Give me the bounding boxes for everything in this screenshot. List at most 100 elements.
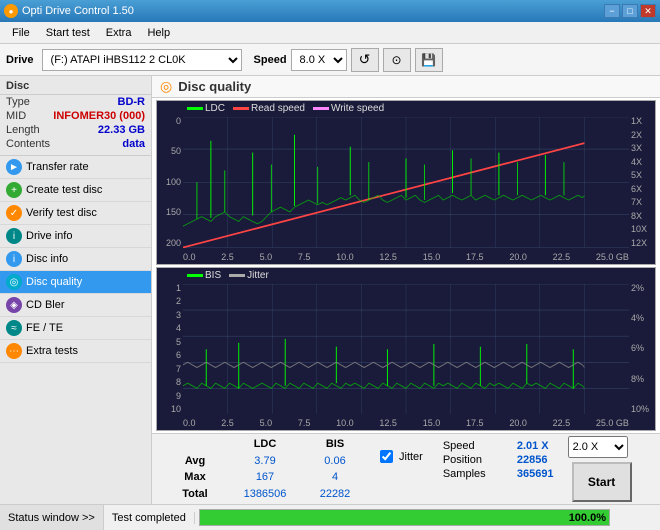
bis-legend-color (187, 274, 203, 277)
create-test-disc-icon: + (6, 182, 22, 198)
ldc-y-axis-left: 200 150 100 50 0 (157, 117, 183, 248)
speed-info: Speed 2.01 X Position 22856 Samples 3656… (443, 440, 554, 480)
stats-max-bis: 4 (300, 469, 370, 486)
sidebar-item-fe-te[interactable]: ≈ FE / TE (0, 317, 151, 340)
maximize-button[interactable]: □ (622, 4, 638, 18)
bis-chart-svg (183, 284, 629, 415)
bis-chart-inner (183, 284, 629, 415)
reload-button[interactable]: ↺ (351, 48, 379, 72)
position-row: Position 22856 (443, 454, 554, 466)
ldc-legend: LDC Read speed Write speed (187, 103, 384, 114)
titlebar: ● Opti Drive Control 1.50 − □ ✕ (0, 0, 660, 22)
sidebar-item-disc-quality[interactable]: ◎ Disc quality (0, 271, 151, 294)
progress-bar-fill (200, 510, 609, 525)
stats-max-row: Max 167 4 (160, 469, 370, 486)
jitter-legend-color (229, 274, 245, 277)
samples-row: Samples 365691 (443, 468, 554, 480)
disc-info-icon: i (6, 251, 22, 267)
disc-quality-title: Disc quality (178, 79, 251, 94)
cd-bler-icon: ◈ (6, 297, 22, 313)
jitter-legend-label: Jitter (247, 270, 269, 281)
stats-table: LDC BIS Avg 3.79 0.06 Max 167 4 Total 13… (160, 436, 370, 502)
start-button[interactable]: Start (572, 462, 632, 502)
disc-quality-icon: ◎ (6, 274, 22, 290)
ldc-legend-item: LDC (187, 103, 225, 114)
jitter-legend-item: Jitter (229, 270, 269, 281)
stats-avg-bis: 0.06 (300, 453, 370, 470)
bis-x-axis: 0.0 2.5 5.0 7.5 10.0 12.5 15.0 17.5 20.0… (183, 418, 629, 428)
ldc-legend-color (187, 107, 203, 110)
sidebar-item-drive-info[interactable]: i Drive info (0, 225, 151, 248)
menu-help[interactable]: Help (139, 25, 178, 41)
jitter-label: Jitter (399, 451, 423, 463)
disc-info-label: Disc info (26, 253, 68, 265)
bis-chart: BIS Jitter 10 9 8 7 6 5 4 3 (156, 267, 656, 432)
ldc-chart: LDC Read speed Write speed 200 150 10 (156, 100, 656, 265)
menu-start-test[interactable]: Start test (38, 25, 98, 41)
stats-avg-label: Avg (160, 453, 230, 470)
drive-select[interactable]: (F:) ATAPI iHBS112 2 CL0K (42, 49, 242, 71)
stats-max-ldc: 167 (230, 469, 300, 486)
speed-key: Speed (443, 440, 513, 452)
ldc-y-axis-right: 12X 10X 8X 7X 6X 5X 4X 3X 2X 1X (629, 117, 655, 248)
progress-percent: 100.0% (569, 505, 606, 530)
fe-te-label: FE / TE (26, 322, 63, 334)
position-key: Position (443, 454, 513, 466)
drive-label: Drive (6, 54, 34, 66)
status-text: Test completed (104, 512, 195, 524)
stats-avg-ldc: 3.79 (230, 453, 300, 470)
disc-type-row: Type BD-R (0, 95, 151, 109)
speed-select[interactable]: 8.0 X (291, 49, 347, 71)
ldc-chart-inner (183, 117, 629, 248)
close-button[interactable]: ✕ (640, 4, 656, 18)
disc-length-label: Length (6, 124, 40, 136)
disc-quality-header: ◎ Disc quality (152, 76, 660, 98)
sidebar-item-verify-test-disc[interactable]: ✓ Verify test disc (0, 202, 151, 225)
sidebar-item-create-test-disc[interactable]: + Create test disc (0, 179, 151, 202)
titlebar-left: ● Opti Drive Control 1.50 (4, 4, 134, 18)
drive-info-label: Drive info (26, 230, 72, 242)
stats-header-bis: BIS (300, 436, 370, 453)
save-button[interactable]: 💾 (415, 48, 443, 72)
stats-total-ldc: 1386506 (230, 486, 300, 503)
menu-extra[interactable]: Extra (98, 25, 140, 41)
minimize-button[interactable]: − (604, 4, 620, 18)
sidebar-item-extra-tests[interactable]: ⋯ Extra tests (0, 340, 151, 363)
read-speed-legend-item: Read speed (233, 103, 305, 114)
toolbar: Drive (F:) ATAPI iHBS112 2 CL0K Speed 8.… (0, 44, 660, 76)
disc-button[interactable]: ⊙ (383, 48, 411, 72)
disc-type-value: BD-R (118, 96, 146, 108)
bis-legend: BIS Jitter (187, 270, 269, 281)
speed-val: 2.01 X (517, 440, 549, 452)
speed-row: Speed 2.01 X (443, 440, 554, 452)
disc-mid-row: MID INFOMER30 (000) (0, 109, 151, 123)
disc-contents-value: data (122, 138, 145, 150)
progress-bar-background (199, 509, 610, 526)
sidebar-item-cd-bler[interactable]: ◈ CD Bler (0, 294, 151, 317)
speed-label: Speed (254, 54, 287, 66)
sidebar-item-disc-info[interactable]: i Disc info (0, 248, 151, 271)
disc-length-row: Length 22.33 GB (0, 123, 151, 137)
bis-legend-label: BIS (205, 270, 221, 281)
bis-y-axis-right: 10% 8% 6% 4% 2% (629, 284, 655, 415)
sidebar-item-transfer-rate[interactable]: ► Transfer rate (0, 156, 151, 179)
fe-te-icon: ≈ (6, 320, 22, 336)
status-window-button[interactable]: Status window >> (0, 505, 104, 530)
jitter-checkbox[interactable] (380, 450, 393, 463)
disc-info-block: Type BD-R MID INFOMER30 (000) Length 22.… (0, 95, 151, 156)
write-speed-legend-label: Write speed (331, 103, 384, 114)
stats-avg-row: Avg 3.79 0.06 (160, 453, 370, 470)
titlebar-buttons: − □ ✕ (604, 4, 656, 18)
ldc-legend-label: LDC (205, 103, 225, 114)
jitter-area: Jitter (380, 450, 423, 463)
disc-mid-value: INFOMER30 (000) (53, 110, 145, 122)
stats-header-row: LDC BIS (160, 436, 370, 453)
disc-type-label: Type (6, 96, 30, 108)
app-icon: ● (4, 4, 18, 18)
disc-length-value: 22.33 GB (98, 124, 145, 136)
menu-file[interactable]: File (4, 25, 38, 41)
transfer-rate-icon: ► (6, 159, 22, 175)
position-val: 22856 (517, 454, 548, 466)
disc-section-label: Disc (0, 76, 151, 95)
speed-select-2[interactable]: 2.0 X (568, 436, 628, 458)
